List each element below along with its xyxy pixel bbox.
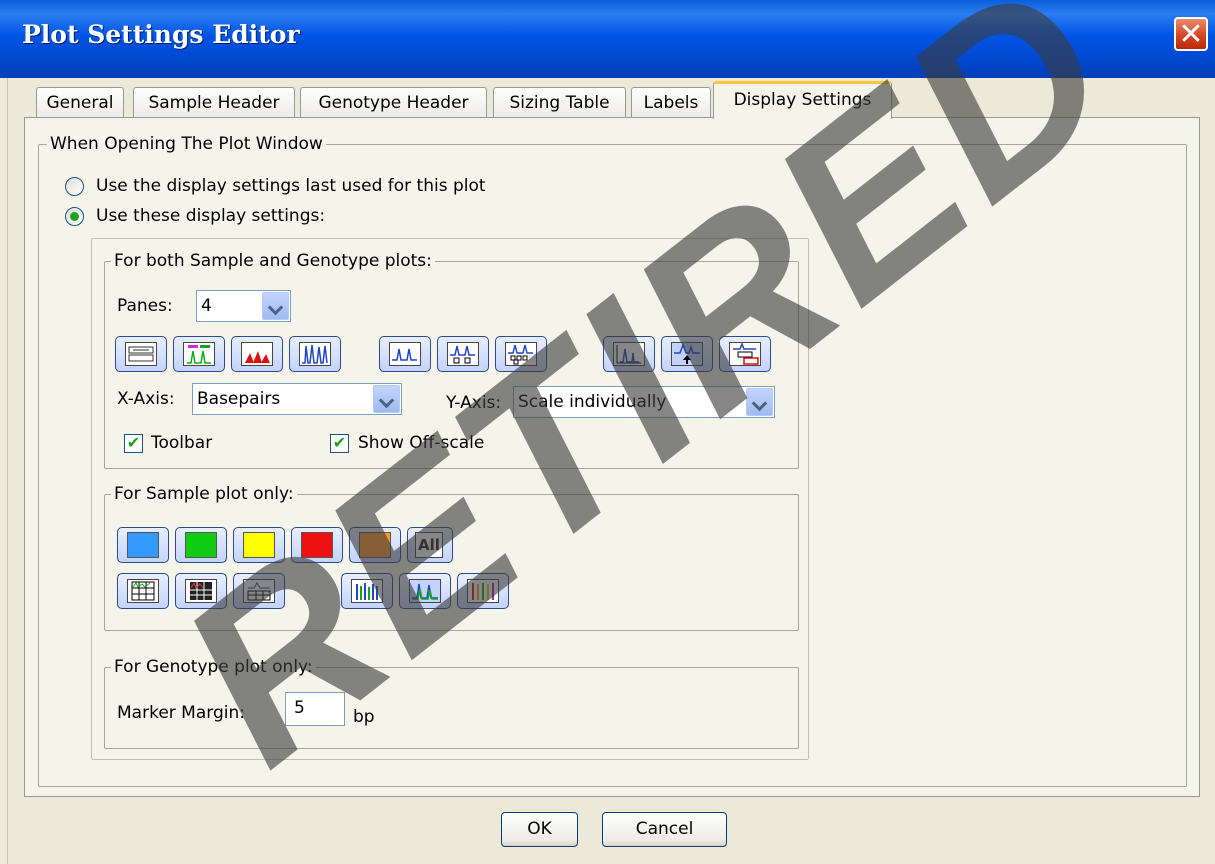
close-icon: ✕ (1178, 17, 1204, 52)
blue-peaks-button[interactable] (289, 336, 341, 372)
tab-genotype-header[interactable]: Genotype Header (300, 87, 487, 118)
table-dark-button[interactable] (175, 573, 227, 609)
tab-sizing-table[interactable]: Sizing Table (493, 87, 626, 118)
chevron-down-icon (746, 388, 773, 416)
rainbow-bars-icon (467, 579, 499, 603)
radio-last-used[interactable] (65, 177, 84, 196)
check-icon: ✔ (332, 433, 347, 452)
table-plain-button[interactable] (233, 573, 285, 609)
title-bar: Plot Settings Editor ✕ (0, 0, 1215, 78)
red-swatch (301, 532, 333, 558)
green-channel-button[interactable] (175, 527, 227, 563)
header-markers-button[interactable] (173, 336, 225, 372)
sample-only-group: For Sample plot only: All (104, 484, 799, 631)
chevron-down-icon (373, 385, 400, 413)
yaxis-select[interactable]: Scale individually (513, 386, 775, 418)
rainbow-bars-button[interactable] (457, 573, 509, 609)
table-view-icon (125, 342, 157, 366)
close-button[interactable]: ✕ (1174, 17, 1208, 52)
table-plain-icon (243, 579, 275, 603)
labeled-peaks-button[interactable] (437, 336, 489, 372)
yellow-swatch (243, 532, 275, 558)
arrow-peak-icon (671, 342, 703, 366)
sample-only-label: For Sample plot only: (111, 484, 297, 504)
xaxis-value: Basepairs (197, 389, 281, 409)
tab-display-settings[interactable]: Display Settings (713, 81, 892, 119)
arrow-peak-button[interactable] (661, 336, 713, 372)
marker-margin-input[interactable]: 5 (285, 692, 345, 726)
orange-channel-button[interactable] (349, 527, 401, 563)
tab-panel: When Opening The Plot Window Use the dis… (24, 117, 1200, 797)
multi-color-bars-button[interactable] (341, 573, 393, 609)
show-offscale-label: Show Off-scale (358, 433, 485, 453)
blue-channel-button[interactable] (117, 527, 169, 563)
panes-value: 4 (201, 296, 212, 316)
header-markers-icon (183, 342, 215, 366)
radio-these-settings-label: Use these display settings: (96, 206, 326, 226)
marker-margin-value: 5 (294, 698, 305, 718)
tab-labels[interactable]: Labels (631, 87, 711, 118)
tab-general[interactable]: General (36, 87, 124, 118)
display-settings-group: For both Sample and Genotype plots: Pane… (91, 238, 809, 760)
marker-margin-label: Marker Margin: (117, 703, 245, 723)
axis-peak-button[interactable] (603, 336, 655, 372)
chevron-down-icon (262, 292, 289, 320)
labeled-peaks-icon (447, 342, 479, 366)
check-icon: ✔ (126, 433, 141, 452)
stacked-panels-icon (729, 342, 761, 366)
stacked-panels-button[interactable] (719, 336, 771, 372)
overlay-peaks-icon (409, 579, 441, 603)
genotype-only-label: For Genotype plot only: (111, 657, 316, 677)
yellow-channel-button[interactable] (233, 527, 285, 563)
both-plots-label: For both Sample and Genotype plots: (111, 251, 435, 271)
radio-last-used-label: Use the display settings last used for t… (96, 176, 486, 196)
axis-peak-icon (613, 342, 645, 366)
green-swatch (185, 532, 217, 558)
yaxis-label: Y-Axis: (446, 393, 502, 413)
red-channel-button[interactable] (291, 527, 343, 563)
window-title: Plot Settings Editor (22, 20, 300, 49)
marker-margin-unit: bp (353, 707, 375, 727)
multi-label-peaks-button[interactable] (495, 336, 547, 372)
multi-color-bars-icon (351, 579, 383, 603)
blue-swatch (127, 532, 159, 558)
table-view-button[interactable] (115, 336, 167, 372)
xaxis-label: X-Axis: (117, 389, 175, 409)
panes-select[interactable]: 4 (196, 290, 291, 322)
all-channels-label: All (415, 532, 443, 558)
tab-sample-header[interactable]: Sample Header (133, 87, 295, 118)
radio-selected-dot (70, 212, 79, 221)
red-peaks-icon (241, 342, 273, 366)
dialog-window: Plot Settings Editor ✕ General Sample He… (0, 0, 1215, 864)
radio-these-settings[interactable] (65, 207, 84, 226)
blue-peaks-icon (299, 342, 331, 366)
overlay-peaks-button[interactable] (399, 573, 451, 609)
cancel-button[interactable]: Cancel (602, 812, 727, 847)
show-offscale-checkbox[interactable]: ✔ (330, 433, 349, 453)
orange-swatch (359, 532, 391, 558)
opening-group: When Opening The Plot Window Use the dis… (38, 134, 1187, 787)
genotype-only-group: For Genotype plot only: Marker Margin: 5… (104, 657, 799, 749)
xaxis-select[interactable]: Basepairs (192, 383, 402, 415)
single-peak-icon (389, 342, 421, 366)
panes-label: Panes: (117, 296, 173, 316)
toolbar-checkbox[interactable]: ✔ (124, 433, 143, 453)
single-peak-button[interactable] (379, 336, 431, 372)
table-green-button[interactable] (117, 573, 169, 609)
yaxis-value: Scale individually (518, 392, 667, 412)
table-green-icon (127, 579, 159, 603)
window-edge (0, 78, 8, 864)
ok-button[interactable]: OK (501, 812, 578, 847)
red-peaks-button[interactable] (231, 336, 283, 372)
multi-label-peaks-icon (505, 342, 537, 366)
table-dark-icon (185, 579, 217, 603)
opening-group-label: When Opening The Plot Window (47, 134, 326, 154)
all-channels-button[interactable]: All (407, 527, 453, 563)
both-plots-group: For both Sample and Genotype plots: Pane… (104, 251, 799, 469)
toolbar-label: Toolbar (151, 433, 213, 453)
